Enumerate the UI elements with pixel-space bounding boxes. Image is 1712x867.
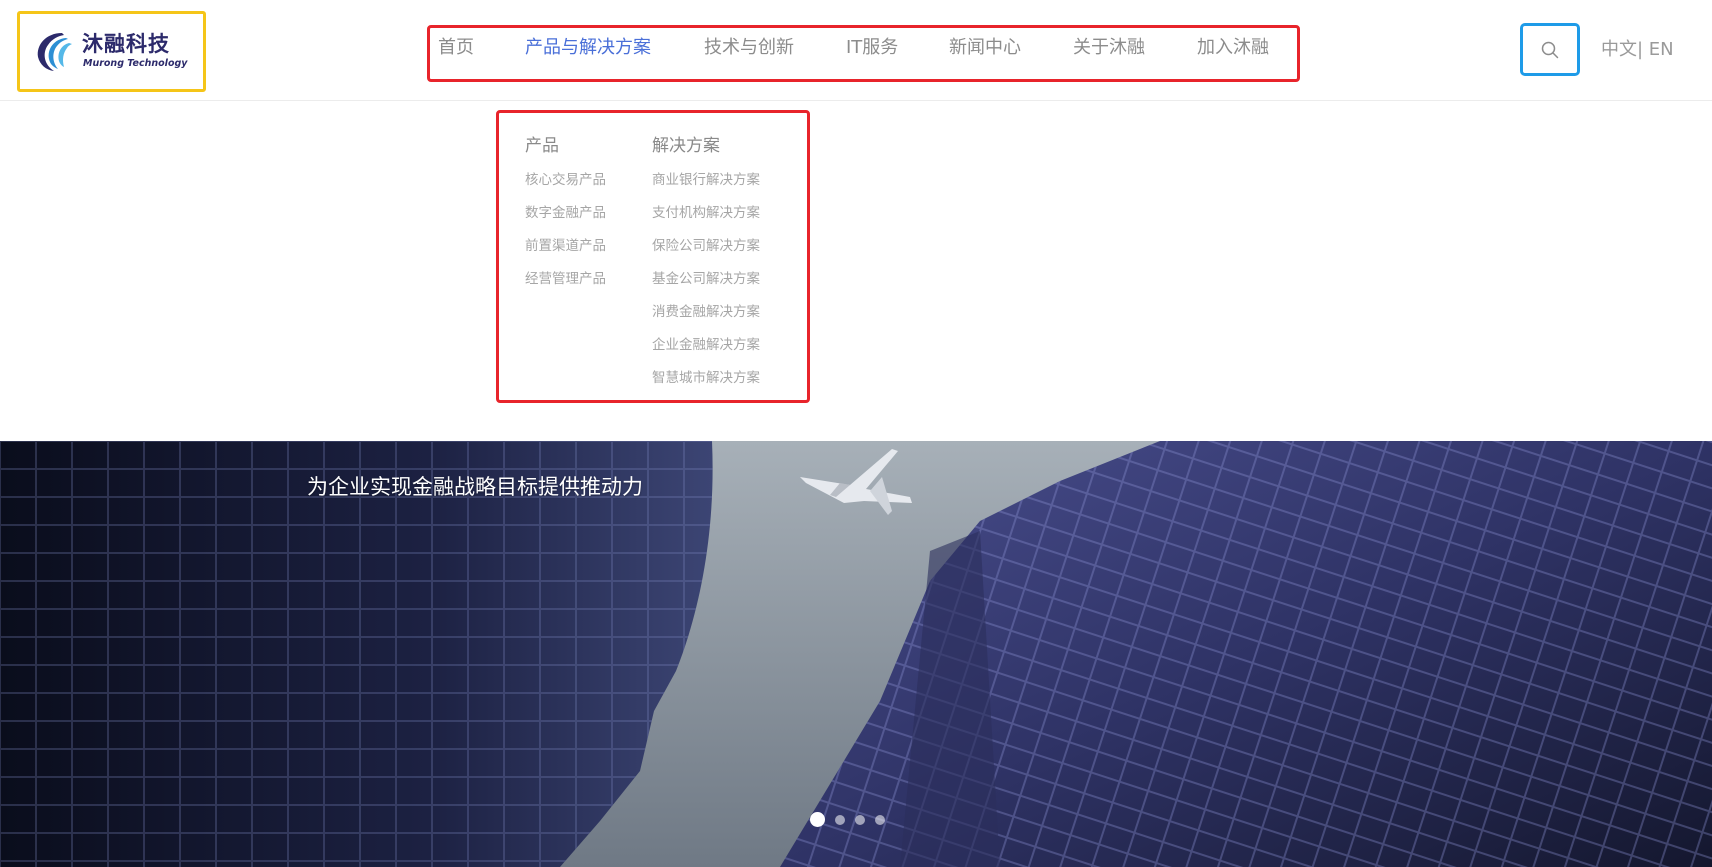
nav-item-join[interactable]: 加入沐融 [1197,33,1269,59]
solution-item[interactable]: 企业金融解决方案 [652,333,760,353]
carousel-dot-2[interactable] [835,814,845,825]
site-header: 沐融科技 Murong Technology 首页 产品与解决方案 技术与创新 … [0,0,1712,101]
lang-zh[interactable]: 中文| [1601,39,1643,60]
solution-item[interactable]: 商业银行解决方案 [652,168,760,188]
hero-background-image [0,441,1712,867]
brand-name: 沐融科技 [82,32,170,56]
carousel-dot-1[interactable] [810,812,825,827]
lang-en[interactable]: EN [1643,39,1674,60]
solutions-heading: 解决方案 [652,136,720,156]
product-item[interactable]: 前置渠道产品 [525,234,606,254]
nav-item-products-solutions[interactable]: 产品与解决方案 [525,33,651,59]
nav-item-tech-innovation[interactable]: 技术与创新 [704,33,794,59]
solution-item[interactable]: 保险公司解决方案 [652,234,760,254]
logo-mark-icon [37,33,72,71]
brand-tagline: Murong Technology [83,58,188,69]
logo[interactable]: 沐融科技 Murong Technology [17,11,206,92]
carousel-dot-3[interactable] [855,814,865,825]
solution-item[interactable]: 基金公司解决方案 [652,267,760,287]
product-item[interactable]: 经营管理产品 [525,267,606,287]
products-heading: 产品 [525,136,559,156]
search-button[interactable] [1520,23,1580,76]
solution-item[interactable]: 支付机构解决方案 [652,201,760,221]
products-dropdown: 产品 核心交易产品 数字金融产品 前置渠道产品 经营管理产品 解决方案 商业银行… [496,110,810,403]
product-item[interactable]: 核心交易产品 [525,168,606,188]
nav-item-about[interactable]: 关于沐融 [1073,33,1145,59]
carousel-pagination [810,812,885,827]
search-icon [1541,41,1559,58]
nav-item-news[interactable]: 新闻中心 [949,33,1021,59]
nav-item-it-services[interactable]: IT服务 [846,33,898,59]
nav-item-home[interactable]: 首页 [438,33,474,59]
carousel-dot-4[interactable] [875,814,885,825]
solution-item[interactable]: 消费金融解决方案 [652,300,760,320]
language-switcher: 中文| EN [1601,35,1674,61]
hero-caption: 为企业实现金融战略目标提供推动力 [307,475,643,499]
hero-banner: 为企业实现金融战略目标提供推动力 [0,441,1712,867]
solution-item[interactable]: 智慧城市解决方案 [652,366,760,386]
product-item[interactable]: 数字金融产品 [525,201,606,221]
